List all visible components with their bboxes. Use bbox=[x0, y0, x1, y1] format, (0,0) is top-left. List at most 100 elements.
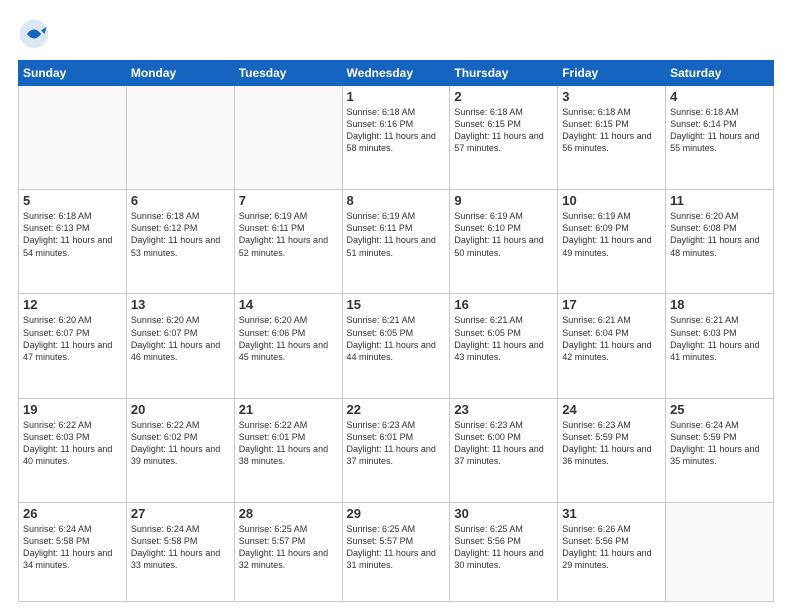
calendar-cell: 18 Sunrise: 6:21 AM Sunset: 6:03 PM Dayli… bbox=[666, 294, 774, 398]
day-number: 2 bbox=[454, 89, 553, 104]
day-info: Sunrise: 6:20 AM Sunset: 6:08 PM Dayligh… bbox=[670, 210, 769, 259]
calendar-cell: 26Sunrise: 6:24 AM Sunset: 5:58 PM Dayli… bbox=[19, 502, 127, 601]
day-info: Sunrise: 6:23 AM Sunset: 6:00 PM Dayligh… bbox=[454, 419, 553, 468]
weekday-header: Tuesday bbox=[234, 61, 342, 86]
day-info: Sunrise: 6:19 AM Sunset: 6:09 PM Dayligh… bbox=[562, 210, 661, 259]
logo bbox=[18, 18, 56, 50]
calendar-cell: 23 Sunrise: 6:23 AM Sunset: 6:00 PM Dayli… bbox=[450, 398, 558, 502]
calendar-cell: 15Sunrise: 6:21 AM Sunset: 6:05 PM Dayli… bbox=[342, 294, 450, 398]
calendar-cell: 13 Sunrise: 6:20 AM Sunset: 6:07 PM Dayli… bbox=[126, 294, 234, 398]
day-info: Sunrise: 6:23 AM Sunset: 5:59 PM Dayligh… bbox=[562, 419, 661, 468]
day-info: Sunrise: 6:22 AM Sunset: 6:03 PM Dayligh… bbox=[23, 419, 122, 468]
weekday-header: Monday bbox=[126, 61, 234, 86]
calendar-cell: 11 Sunrise: 6:20 AM Sunset: 6:08 PM Dayli… bbox=[666, 190, 774, 294]
day-number: 29 bbox=[347, 506, 446, 521]
day-number: 13 bbox=[131, 297, 230, 312]
day-number: 18 bbox=[670, 297, 769, 312]
day-number: 25 bbox=[670, 402, 769, 417]
calendar-cell: 14Sunrise: 6:20 AM Sunset: 6:06 PM Dayli… bbox=[234, 294, 342, 398]
day-number: 5 bbox=[23, 193, 122, 208]
day-number: 21 bbox=[239, 402, 338, 417]
day-info: Sunrise: 6:18 AM Sunset: 6:16 PM Dayligh… bbox=[347, 106, 446, 155]
day-number: 20 bbox=[131, 402, 230, 417]
calendar-cell: 10 Sunrise: 6:19 AM Sunset: 6:09 PM Dayli… bbox=[558, 190, 666, 294]
day-info: Sunrise: 6:21 AM Sunset: 6:03 PM Dayligh… bbox=[670, 314, 769, 363]
day-info: Sunrise: 6:18 AM Sunset: 6:13 PM Dayligh… bbox=[23, 210, 122, 259]
day-info: Sunrise: 6:19 AM Sunset: 6:11 PM Dayligh… bbox=[239, 210, 338, 259]
calendar-cell: 1 Sunrise: 6:18 AM Sunset: 6:16 PM Daylig… bbox=[342, 86, 450, 190]
weekday-header: Friday bbox=[558, 61, 666, 86]
day-info: Sunrise: 6:18 AM Sunset: 6:15 PM Dayligh… bbox=[562, 106, 661, 155]
calendar-week-row: 12 Sunrise: 6:20 AM Sunset: 6:07 PM Dayli… bbox=[19, 294, 774, 398]
page: SundayMondayTuesdayWednesdayThursdayFrid… bbox=[0, 0, 792, 612]
logo-icon bbox=[18, 18, 50, 50]
calendar-cell: 4Sunrise: 6:18 AM Sunset: 6:14 PM Daylig… bbox=[666, 86, 774, 190]
calendar-cell bbox=[666, 502, 774, 601]
day-number: 23 bbox=[454, 402, 553, 417]
calendar-cell: 16Sunrise: 6:21 AM Sunset: 6:05 PM Dayli… bbox=[450, 294, 558, 398]
calendar-cell: 5 Sunrise: 6:18 AM Sunset: 6:13 PM Daylig… bbox=[19, 190, 127, 294]
day-number: 7 bbox=[239, 193, 338, 208]
day-info: Sunrise: 6:21 AM Sunset: 6:05 PM Dayligh… bbox=[454, 314, 553, 363]
calendar-week-row: 26Sunrise: 6:24 AM Sunset: 5:58 PM Dayli… bbox=[19, 502, 774, 601]
calendar-cell: 8 Sunrise: 6:19 AM Sunset: 6:11 PM Daylig… bbox=[342, 190, 450, 294]
day-info: Sunrise: 6:25 AM Sunset: 5:56 PM Dayligh… bbox=[454, 523, 553, 572]
calendar-week-row: 19 Sunrise: 6:22 AM Sunset: 6:03 PM Dayli… bbox=[19, 398, 774, 502]
day-number: 8 bbox=[347, 193, 446, 208]
weekday-header: Sunday bbox=[19, 61, 127, 86]
day-number: 11 bbox=[670, 193, 769, 208]
calendar-body: 1 Sunrise: 6:18 AM Sunset: 6:16 PM Daylig… bbox=[19, 86, 774, 602]
day-info: Sunrise: 6:19 AM Sunset: 6:11 PM Dayligh… bbox=[347, 210, 446, 259]
day-info: Sunrise: 6:20 AM Sunset: 6:07 PM Dayligh… bbox=[131, 314, 230, 363]
calendar-cell: 19 Sunrise: 6:22 AM Sunset: 6:03 PM Dayli… bbox=[19, 398, 127, 502]
day-number: 19 bbox=[23, 402, 122, 417]
calendar-cell: 12 Sunrise: 6:20 AM Sunset: 6:07 PM Dayli… bbox=[19, 294, 127, 398]
day-info: Sunrise: 6:18 AM Sunset: 6:12 PM Dayligh… bbox=[131, 210, 230, 259]
calendar-cell bbox=[19, 86, 127, 190]
day-number: 22 bbox=[347, 402, 446, 417]
day-info: Sunrise: 6:25 AM Sunset: 5:57 PM Dayligh… bbox=[347, 523, 446, 572]
day-info: Sunrise: 6:20 AM Sunset: 6:07 PM Dayligh… bbox=[23, 314, 122, 363]
day-number: 6 bbox=[131, 193, 230, 208]
day-number: 31 bbox=[562, 506, 661, 521]
calendar: SundayMondayTuesdayWednesdayThursdayFrid… bbox=[18, 60, 774, 602]
day-info: Sunrise: 6:19 AM Sunset: 6:10 PM Dayligh… bbox=[454, 210, 553, 259]
calendar-cell: 28Sunrise: 6:25 AM Sunset: 5:57 PM Dayli… bbox=[234, 502, 342, 601]
day-number: 17 bbox=[562, 297, 661, 312]
weekday-header: Saturday bbox=[666, 61, 774, 86]
calendar-cell: 21 Sunrise: 6:22 AM Sunset: 6:01 PM Dayli… bbox=[234, 398, 342, 502]
calendar-cell: 24 Sunrise: 6:23 AM Sunset: 5:59 PM Dayli… bbox=[558, 398, 666, 502]
calendar-header: SundayMondayTuesdayWednesdayThursdayFrid… bbox=[19, 61, 774, 86]
day-info: Sunrise: 6:24 AM Sunset: 5:58 PM Dayligh… bbox=[23, 523, 122, 572]
calendar-week-row: 1 Sunrise: 6:18 AM Sunset: 6:16 PM Daylig… bbox=[19, 86, 774, 190]
calendar-cell: 31Sunrise: 6:26 AM Sunset: 5:56 PM Dayli… bbox=[558, 502, 666, 601]
day-number: 9 bbox=[454, 193, 553, 208]
calendar-cell: 7 Sunrise: 6:19 AM Sunset: 6:11 PM Daylig… bbox=[234, 190, 342, 294]
header bbox=[18, 18, 774, 50]
calendar-cell: 17Sunrise: 6:21 AM Sunset: 6:04 PM Dayli… bbox=[558, 294, 666, 398]
calendar-cell: 30Sunrise: 6:25 AM Sunset: 5:56 PM Dayli… bbox=[450, 502, 558, 601]
calendar-cell: 9 Sunrise: 6:19 AM Sunset: 6:10 PM Daylig… bbox=[450, 190, 558, 294]
calendar-cell: 27 Sunrise: 6:24 AM Sunset: 5:58 PM Dayli… bbox=[126, 502, 234, 601]
day-number: 28 bbox=[239, 506, 338, 521]
day-info: Sunrise: 6:22 AM Sunset: 6:01 PM Dayligh… bbox=[239, 419, 338, 468]
weekday-row: SundayMondayTuesdayWednesdayThursdayFrid… bbox=[19, 61, 774, 86]
calendar-cell: 29 Sunrise: 6:25 AM Sunset: 5:57 PM Dayli… bbox=[342, 502, 450, 601]
day-number: 24 bbox=[562, 402, 661, 417]
day-info: Sunrise: 6:24 AM Sunset: 5:58 PM Dayligh… bbox=[131, 523, 230, 572]
weekday-header: Wednesday bbox=[342, 61, 450, 86]
day-number: 3 bbox=[562, 89, 661, 104]
calendar-cell bbox=[234, 86, 342, 190]
day-info: Sunrise: 6:20 AM Sunset: 6:06 PM Dayligh… bbox=[239, 314, 338, 363]
day-number: 27 bbox=[131, 506, 230, 521]
day-info: Sunrise: 6:18 AM Sunset: 6:14 PM Dayligh… bbox=[670, 106, 769, 155]
calendar-cell: 22Sunrise: 6:23 AM Sunset: 6:01 PM Dayli… bbox=[342, 398, 450, 502]
day-info: Sunrise: 6:24 AM Sunset: 5:59 PM Dayligh… bbox=[670, 419, 769, 468]
day-number: 1 bbox=[347, 89, 446, 104]
day-number: 10 bbox=[562, 193, 661, 208]
day-info: Sunrise: 6:21 AM Sunset: 6:05 PM Dayligh… bbox=[347, 314, 446, 363]
day-number: 12 bbox=[23, 297, 122, 312]
calendar-cell: 3 Sunrise: 6:18 AM Sunset: 6:15 PM Daylig… bbox=[558, 86, 666, 190]
calendar-cell bbox=[126, 86, 234, 190]
calendar-week-row: 5 Sunrise: 6:18 AM Sunset: 6:13 PM Daylig… bbox=[19, 190, 774, 294]
